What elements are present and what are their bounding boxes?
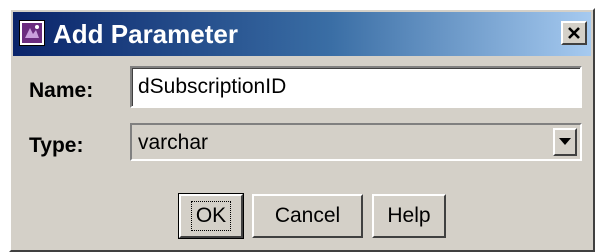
type-label: Type: — [29, 134, 84, 157]
ok-button[interactable]: OK — [178, 193, 244, 239]
ok-button-label: OK — [190, 201, 232, 231]
dropdown-button[interactable] — [553, 128, 577, 156]
chevron-down-icon — [559, 138, 571, 145]
name-label: Name: — [29, 79, 94, 102]
cancel-button[interactable]: Cancel — [252, 194, 363, 238]
dialog-title: Add Parameter — [53, 19, 238, 49]
title-bar[interactable]: Add Parameter — [13, 12, 591, 56]
help-button[interactable]: Help — [372, 194, 446, 238]
close-icon — [568, 27, 580, 39]
name-field[interactable] — [130, 66, 582, 108]
type-select[interactable]: varchar — [130, 123, 582, 161]
close-button[interactable] — [561, 21, 587, 45]
add-parameter-dialog: Add Parameter Name: Type: varchar OK Can… — [9, 8, 595, 252]
type-select-value: varchar — [138, 131, 209, 154]
app-icon — [19, 20, 45, 46]
